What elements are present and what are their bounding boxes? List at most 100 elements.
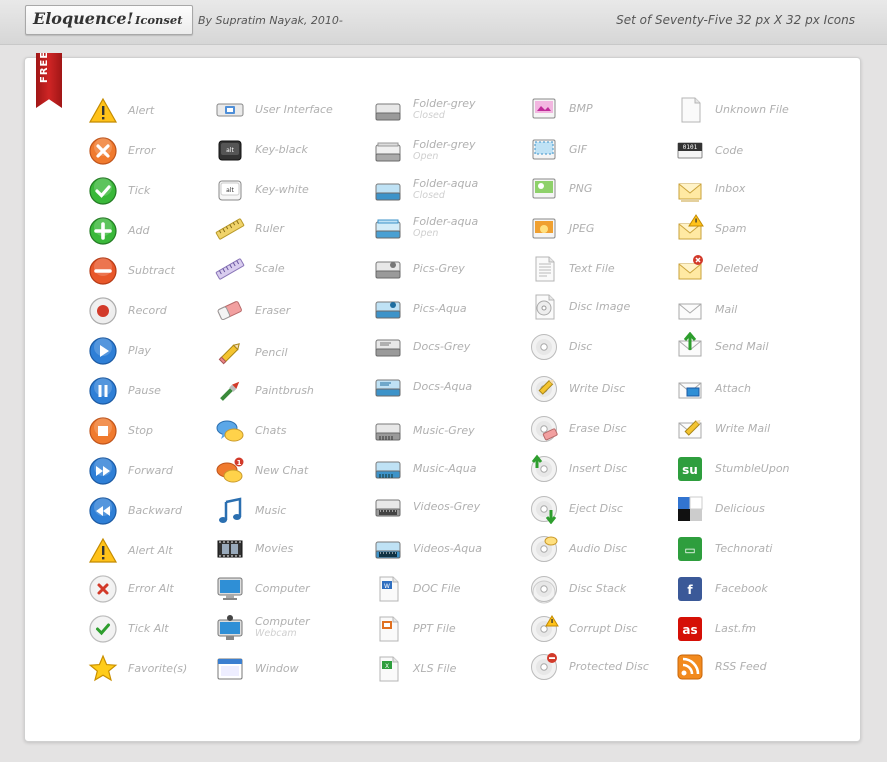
icon-sublabel: Closed bbox=[413, 110, 445, 121]
icon-label: Unknown File bbox=[715, 103, 789, 116]
icon-entry-lastfm: as Last.fm bbox=[675, 614, 835, 644]
icon-label: Key-white bbox=[255, 183, 309, 196]
forward-icon bbox=[88, 456, 118, 486]
attach-icon bbox=[675, 374, 705, 404]
facebook-icon: f bbox=[675, 574, 705, 604]
icon-entry-write-mail: Write Mail bbox=[675, 414, 835, 444]
icon-label: Folder-aqua bbox=[413, 215, 479, 228]
icon-label: Play bbox=[128, 344, 151, 357]
eraser-icon bbox=[215, 296, 245, 326]
pics-aqua-icon bbox=[373, 294, 403, 324]
icon-label: Technorati bbox=[715, 542, 773, 555]
icon-sublabel: Webcam bbox=[255, 628, 297, 639]
error-icon bbox=[88, 136, 118, 166]
icon-label: Alert bbox=[128, 104, 155, 117]
doc-file-icon: W bbox=[373, 574, 403, 604]
icon-label: Add bbox=[128, 224, 150, 237]
icon-label: Videos-Aqua bbox=[413, 542, 482, 555]
icon-entry-movies: Movies bbox=[215, 534, 375, 564]
icon-entry-computer: Computer bbox=[215, 574, 375, 604]
icon-label: Error Alt bbox=[128, 582, 174, 595]
icon-entry-rss-feed: RSS Feed bbox=[675, 652, 835, 682]
record-icon bbox=[88, 296, 118, 326]
icon-label: Disc Stack bbox=[569, 582, 627, 595]
icon-label: Movies bbox=[255, 542, 294, 555]
icon-entry-scale: Scale bbox=[215, 254, 375, 284]
insert-disc-icon bbox=[529, 454, 559, 484]
videos-grey-icon bbox=[373, 492, 403, 522]
disc-icon bbox=[529, 332, 559, 362]
lastfm-icon: as bbox=[675, 614, 705, 644]
icon-label: DOC File bbox=[413, 582, 461, 595]
icon-label: Pics-Grey bbox=[413, 262, 465, 275]
svg-text:as: as bbox=[682, 623, 697, 637]
icon-label: Last.fm bbox=[715, 622, 756, 635]
icon-entry-disc-image: Disc Image bbox=[529, 292, 689, 322]
icon-entry-inbox: Inbox bbox=[675, 174, 835, 204]
jpeg-icon bbox=[529, 214, 559, 244]
icon-label: Eraser bbox=[255, 304, 291, 317]
icon-entry-disc: Disc bbox=[529, 332, 689, 362]
icon-entry-facebook: f Facebook bbox=[675, 574, 835, 604]
icon-entry-jpeg: JPEG bbox=[529, 214, 689, 244]
icon-entry-key-black: alt Key-black bbox=[215, 135, 375, 165]
icon-label: Window bbox=[255, 662, 299, 675]
write-disc-icon bbox=[529, 374, 559, 404]
window-icon bbox=[215, 654, 245, 684]
eject-disc-icon bbox=[529, 494, 559, 525]
icon-entry-ppt-file: PPT File bbox=[373, 614, 533, 644]
icon-label: Folder-aqua bbox=[413, 177, 479, 190]
gif-icon bbox=[529, 135, 559, 165]
icon-label: Protected Disc bbox=[569, 660, 649, 673]
iconset-title: Eloquence! bbox=[33, 9, 134, 28]
icon-entry-bmp: BMP bbox=[529, 94, 689, 124]
icon-label: Scale bbox=[255, 262, 285, 275]
icon-label: Text File bbox=[569, 262, 615, 275]
mail-icon bbox=[675, 295, 705, 325]
iconset-title-suffix: Iconset bbox=[135, 13, 183, 27]
icon-entry-music: Music bbox=[215, 496, 375, 526]
icon-label: Delicious bbox=[715, 502, 765, 515]
icon-label: Error bbox=[128, 144, 156, 157]
png-icon bbox=[529, 174, 559, 204]
alert-icon bbox=[88, 96, 118, 126]
new-chat-icon: 1 bbox=[215, 456, 245, 486]
icon-label: Pencil bbox=[255, 346, 288, 359]
icon-label: Key-black bbox=[255, 143, 308, 156]
svg-text:1: 1 bbox=[237, 459, 242, 467]
paintbrush-icon bbox=[215, 376, 245, 406]
icon-label: Insert Disc bbox=[569, 462, 628, 475]
computer-webcam-icon bbox=[215, 614, 245, 644]
stop-icon bbox=[88, 416, 118, 446]
deleted-icon bbox=[675, 254, 705, 284]
header-bar: Eloquence! Iconset By Supratim Nayak, 20… bbox=[0, 0, 887, 45]
icon-label: BMP bbox=[569, 102, 593, 115]
icon-entry-corrupt-disc: Corrupt Disc bbox=[529, 614, 689, 644]
rss-feed-icon bbox=[675, 652, 705, 682]
ruler-icon bbox=[215, 214, 245, 244]
icon-label: Chats bbox=[255, 424, 287, 437]
send-mail-icon bbox=[675, 331, 705, 362]
icon-entry-computer-webcam: Computer Webcam bbox=[215, 614, 375, 644]
icon-entry-docs-grey: Docs-Grey bbox=[373, 332, 533, 362]
icon-label: Facebook bbox=[715, 582, 768, 595]
folder-grey-closed-icon bbox=[373, 96, 403, 126]
icon-entry-docs-aqua: Docs-Aqua bbox=[373, 372, 533, 402]
play-icon bbox=[88, 336, 118, 366]
icon-entry-send-mail: Send Mail bbox=[675, 331, 835, 362]
icon-entry-window: Window bbox=[215, 654, 375, 684]
icon-sublabel: Closed bbox=[413, 190, 445, 201]
set-description: Set of Seventy-Five 32 px X 32 px Icons bbox=[616, 13, 855, 27]
icon-sublabel: Open bbox=[413, 228, 439, 239]
icon-entry-folder-grey-open: Folder-grey Open bbox=[373, 137, 533, 167]
icon-label: Attach bbox=[715, 382, 751, 395]
favorite-icon bbox=[88, 654, 118, 684]
icon-entry-folder-aqua-open: Folder-aqua Open bbox=[373, 214, 533, 244]
svg-text:su: su bbox=[682, 463, 698, 477]
icon-label: StumbleUpon bbox=[715, 462, 790, 475]
svg-text:alt: alt bbox=[226, 147, 234, 154]
icon-entry-eraser: Eraser bbox=[215, 296, 375, 326]
icon-label: Pause bbox=[128, 384, 161, 397]
icon-label: Disc Image bbox=[569, 300, 631, 313]
icon-label: Pics-Aqua bbox=[413, 302, 467, 315]
